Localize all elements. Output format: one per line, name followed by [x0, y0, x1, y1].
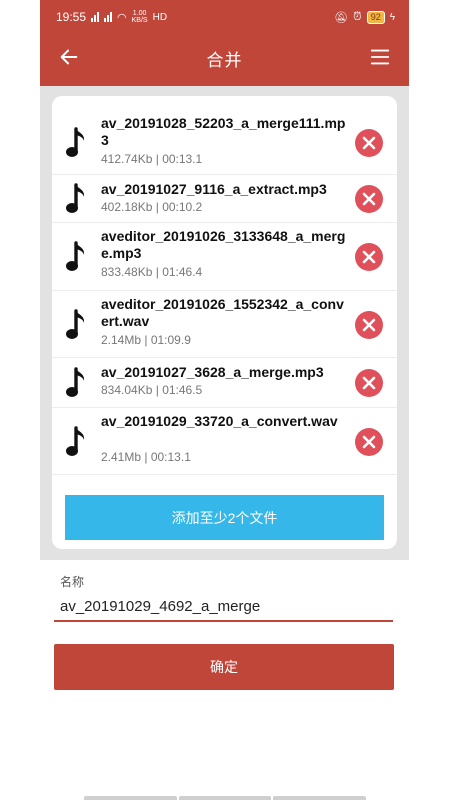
- music-note-icon: [66, 308, 85, 339]
- meta-separator: |: [152, 383, 163, 397]
- file-size: 2.14Mb: [101, 333, 142, 347]
- file-meta: 2.14Mb | 01:09.9: [101, 333, 191, 347]
- network-speed: 1.00 KB/S: [132, 10, 148, 24]
- file-name: av_20191029_33720_a_convert.wav: [101, 413, 338, 429]
- file-item[interactable]: av_20191029_33720_a_convert.wav 2.41Mb | …: [52, 408, 397, 475]
- name-label: 名称: [60, 575, 85, 589]
- file-name: aveditor_20191026_3133648_a_merge.mp3: [101, 228, 346, 261]
- file-item[interactable]: av_20191028_52203_a_merge111.mp3 412.74Kb…: [52, 110, 397, 175]
- remove-file-button[interactable]: [354, 128, 384, 158]
- bottom-nav-bar: [84, 796, 367, 800]
- remove-file-button[interactable]: [354, 310, 384, 340]
- status-bar: 19:55 ◠ 1.00 KB/S HD 🔕︎ ⏰︎ 92 ϟ: [40, 0, 409, 34]
- file-meta: 402.18Kb | 00:10.2: [101, 200, 202, 214]
- status-left: 19:55 ◠ 1.00 KB/S HD: [56, 10, 167, 24]
- top-bar: 19:55 ◠ 1.00 KB/S HD 🔕︎ ⏰︎ 92 ϟ 合并: [40, 0, 409, 86]
- status-right: 🔕︎ ⏰︎ 92 ϟ: [334, 10, 395, 24]
- network-speed-value: 1.00: [132, 10, 147, 17]
- nav-row: 合并: [40, 36, 409, 80]
- add-files-button[interactable]: 添加至少2个文件: [65, 495, 384, 540]
- file-size: 2.41Mb: [101, 450, 142, 464]
- file-size: 402.18Kb: [101, 200, 153, 214]
- file-panel: av_20191028_52203_a_merge111.mp3 412.74Kb…: [40, 86, 409, 560]
- file-name: av_20191027_3628_a_merge.mp3: [101, 364, 324, 380]
- remove-file-button[interactable]: [354, 242, 384, 272]
- battery-icon: 92: [366, 10, 385, 24]
- music-note-icon: [66, 367, 85, 397]
- meta-separator: |: [141, 450, 151, 464]
- file-list: av_20191028_52203_a_merge111.mp3 412.74Kb…: [52, 110, 397, 475]
- file-size: 412.74Kb: [101, 152, 153, 166]
- file-name: av_20191028_52203_a_merge111.mp3: [101, 115, 346, 148]
- music-note-icon: [66, 126, 85, 157]
- file-name: av_20191027_9116_a_extract.mp3: [101, 181, 327, 197]
- file-name: aveditor_20191026_1552342_a_convert.wav: [101, 296, 344, 329]
- file-meta: 2.41Mb | 00:13.1: [101, 450, 191, 464]
- file-duration: 01:09.9: [150, 333, 191, 347]
- status-time: 19:55: [56, 10, 87, 24]
- file-size: 833.48Kb: [101, 265, 153, 279]
- file-meta: 833.48Kb | 01:46.4: [101, 265, 202, 279]
- confirm-button[interactable]: 确定: [54, 644, 394, 690]
- charging-icon: ϟ: [389, 11, 395, 23]
- file-card: av_20191028_52203_a_merge111.mp3 412.74Kb…: [52, 96, 397, 549]
- file-duration: 00:10.2: [162, 200, 203, 214]
- file-item[interactable]: av_20191027_3628_a_merge.mp3 834.04Kb | 0…: [52, 358, 397, 408]
- bottom-tab-3[interactable]: [273, 796, 367, 800]
- page-title: 合并: [206, 50, 243, 70]
- bottom-tab-1[interactable]: [84, 796, 177, 800]
- music-note-icon: [66, 183, 85, 213]
- remove-file-button[interactable]: [354, 184, 384, 214]
- hd-indicator: HD: [152, 11, 168, 23]
- alarm-icon: ⏰︎: [353, 10, 362, 23]
- meta-separator: |: [152, 265, 163, 279]
- file-item[interactable]: aveditor_20191026_3133648_a_merge.mp3 833…: [52, 223, 397, 291]
- file-item[interactable]: aveditor_20191026_1552342_a_convert.wav 2…: [52, 291, 397, 358]
- music-note-icon: [66, 241, 85, 271]
- music-note-icon: [66, 425, 85, 456]
- meta-separator: |: [141, 333, 151, 347]
- bottom-tab-2[interactable]: [178, 796, 272, 800]
- remove-file-button[interactable]: [354, 368, 384, 398]
- file-size: 834.04Kb: [101, 383, 153, 397]
- hamburger-menu-icon[interactable]: [369, 46, 391, 68]
- meta-separator: |: [152, 200, 163, 214]
- name-input[interactable]: [54, 592, 393, 622]
- file-meta: 834.04Kb | 01:46.5: [101, 383, 202, 397]
- app-frame: 19:55 ◠ 1.00 KB/S HD 🔕︎ ⏰︎ 92 ϟ 合并 av_20…: [40, 0, 409, 800]
- arrow-left-icon[interactable]: [58, 46, 80, 68]
- signal-icon-2: [104, 12, 113, 22]
- file-duration: 00:13.1: [150, 450, 191, 464]
- file-duration: 01:46.4: [162, 265, 203, 279]
- meta-separator: |: [152, 152, 163, 166]
- file-meta: 412.74Kb | 00:13.1: [101, 152, 202, 166]
- signal-icon: [91, 12, 100, 22]
- file-duration: 01:46.5: [162, 383, 203, 397]
- file-item[interactable]: av_20191027_9116_a_extract.mp3 402.18Kb |…: [52, 175, 397, 223]
- wifi-icon: ◠: [117, 11, 127, 24]
- network-speed-unit: KB/S: [131, 17, 148, 24]
- file-duration: 00:13.1: [162, 152, 203, 166]
- remove-file-button[interactable]: [354, 427, 384, 457]
- mute-icon: 🔕︎: [334, 11, 349, 24]
